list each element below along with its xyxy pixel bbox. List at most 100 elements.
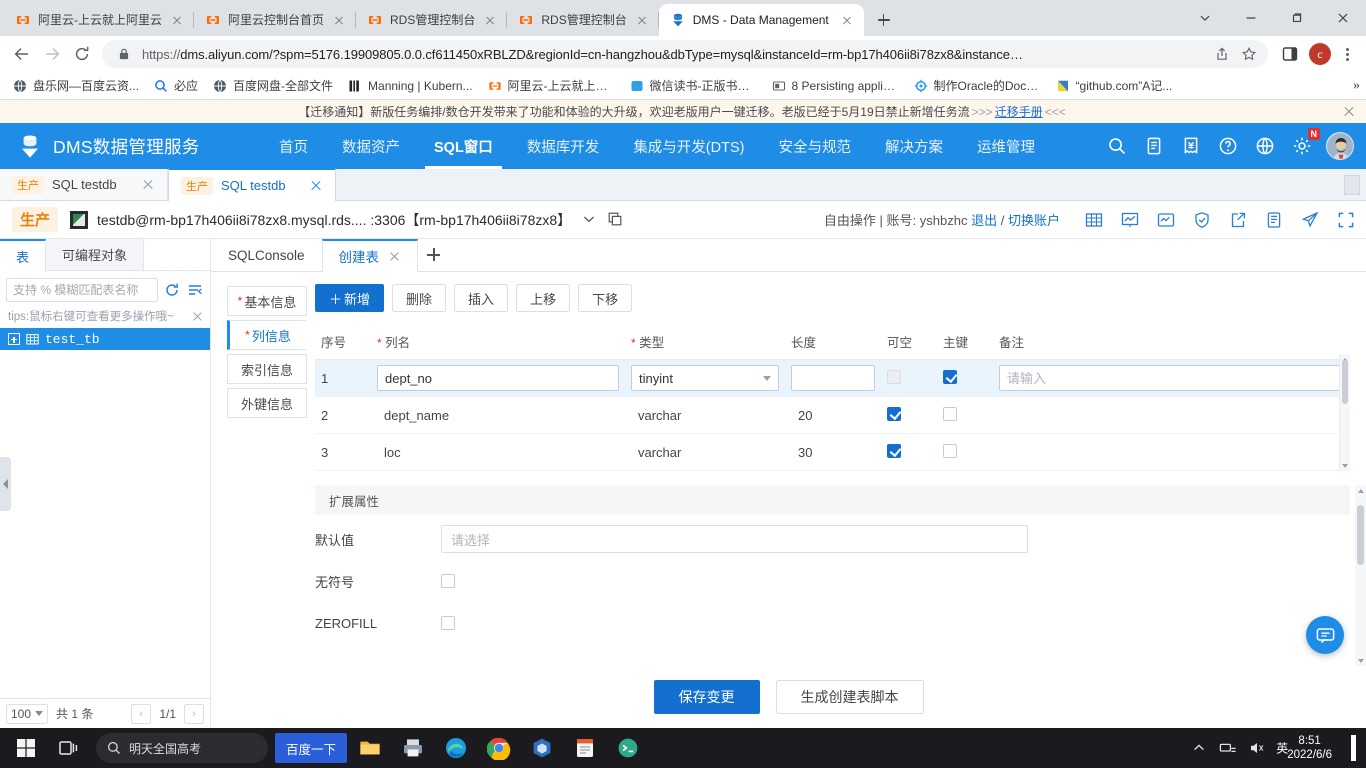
side-panel-icon[interactable]: [1276, 40, 1304, 68]
session-tab-active[interactable]: 生产 SQL testdb: [168, 168, 336, 201]
session-tab[interactable]: 生产 SQL testdb: [0, 169, 168, 200]
switch-account-link[interactable]: 切换账户: [1008, 213, 1060, 228]
document-icon[interactable]: [1141, 133, 1167, 159]
close-window-button[interactable]: [1320, 0, 1366, 36]
bookmarks-overflow-button[interactable]: »: [1353, 78, 1360, 94]
list-icon[interactable]: [1264, 210, 1284, 230]
close-icon[interactable]: [331, 12, 347, 28]
filter-icon[interactable]: [186, 281, 204, 299]
nav-item-sql-window[interactable]: SQL窗口: [417, 123, 510, 169]
column-comment-input[interactable]: [999, 365, 1344, 391]
chevron-down-icon[interactable]: [1182, 0, 1228, 36]
export-icon[interactable]: [1228, 210, 1248, 230]
cell-length[interactable]: 20: [785, 396, 881, 434]
bookmark-star-icon[interactable]: [1240, 45, 1258, 63]
table-grid-icon[interactable]: [1084, 210, 1104, 230]
xshell-icon[interactable]: [608, 728, 648, 768]
nav-item-security[interactable]: 安全与规范: [761, 123, 868, 169]
network-icon[interactable]: [1218, 738, 1238, 758]
step-index-info[interactable]: 索引信息: [227, 354, 307, 384]
close-icon[interactable]: [169, 12, 185, 28]
cell-length[interactable]: 30: [785, 433, 881, 471]
column-name-input[interactable]: [377, 365, 619, 391]
move-down-button[interactable]: 下移: [578, 284, 633, 312]
forward-icon[interactable]: [38, 40, 66, 68]
nav-item-solutions[interactable]: 解决方案: [868, 123, 960, 169]
bookmark-item[interactable]: 微信读书-正版书籍...: [623, 75, 763, 96]
search-icon[interactable]: [1104, 133, 1130, 159]
file-explorer-icon[interactable]: [350, 728, 390, 768]
copy-icon[interactable]: [607, 211, 625, 229]
page-size-select[interactable]: 100: [6, 703, 49, 724]
step-column-info[interactable]: * 列信息: [227, 320, 307, 350]
column-type-select[interactable]: tinyint: [631, 365, 779, 391]
browser-tab-active[interactable]: DMS - Data Management: [658, 4, 864, 36]
next-page-button[interactable]: ›: [184, 703, 204, 724]
prev-page-button[interactable]: ‹: [131, 703, 152, 724]
unsigned-checkbox[interactable]: [441, 574, 455, 588]
close-icon[interactable]: [482, 12, 498, 28]
scroll-up-icon[interactable]: [1355, 485, 1366, 496]
nav-item-dts[interactable]: 集成与开发(DTS): [616, 123, 761, 169]
chrome-icon[interactable]: [479, 728, 519, 768]
cell-name[interactable]: dept_name: [371, 396, 625, 434]
nav-item-ops[interactable]: 运维管理: [960, 123, 1052, 169]
notepad-icon[interactable]: [565, 728, 605, 768]
printer-icon[interactable]: [393, 728, 433, 768]
search-input[interactable]: [6, 278, 158, 302]
scroll-down-icon[interactable]: [1340, 460, 1350, 471]
scrollbar-thumb[interactable]: [1342, 360, 1348, 404]
sidebar-collapse-handle[interactable]: [0, 456, 11, 511]
extended-scrollbar[interactable]: [1355, 485, 1366, 666]
add-tab-button[interactable]: [418, 239, 448, 271]
cell-comment[interactable]: [993, 396, 1350, 434]
table-row[interactable]: 2 dept_name varchar 20: [315, 396, 1350, 434]
primary-key-checkbox[interactable]: [943, 369, 957, 384]
fullscreen-icon[interactable]: [1336, 210, 1356, 230]
baidu-search-button[interactable]: 百度一下: [275, 733, 348, 763]
refresh-icon[interactable]: [163, 281, 181, 299]
primary-key-checkbox[interactable]: [943, 406, 957, 421]
zerofill-checkbox[interactable]: [441, 616, 455, 630]
cell-type[interactable]: varchar: [625, 433, 785, 471]
bookmark-item[interactable]: 阿里云-上云就上阿...: [481, 75, 621, 96]
close-icon[interactable]: [634, 12, 650, 28]
task-view-icon[interactable]: [49, 728, 89, 768]
session-tabs-collapse-button[interactable]: [1344, 175, 1360, 195]
generate-script-button[interactable]: 生成创建表脚本: [775, 680, 924, 714]
bookmark-item[interactable]: Manning | Kubern...: [341, 76, 479, 96]
edge-icon[interactable]: [436, 728, 476, 768]
sidebar-tab-tables[interactable]: 表: [0, 239, 47, 272]
expand-icon[interactable]: [8, 333, 20, 345]
bookmark-item[interactable]: “github.com”A记...: [1049, 75, 1179, 96]
bookmark-item[interactable]: 必应: [147, 75, 204, 96]
save-changes-button[interactable]: 保存变更: [653, 680, 760, 714]
avatar[interactable]: [1326, 132, 1354, 160]
sidebar-item-test-tb[interactable]: test_tb: [0, 328, 210, 350]
nav-item-db-dev[interactable]: 数据库开发: [510, 123, 617, 169]
virtualbox-icon[interactable]: [522, 728, 562, 768]
scrollbar-thumb[interactable]: [1357, 505, 1364, 565]
nav-item-home[interactable]: 首页: [262, 123, 325, 169]
table-row[interactable]: 3 loc varchar 30: [315, 433, 1350, 471]
maximize-window-button[interactable]: [1274, 0, 1320, 36]
tab-sqlconsole[interactable]: SQLConsole: [211, 239, 322, 271]
share-icon[interactable]: [1213, 45, 1231, 63]
chevron-up-icon[interactable]: [1189, 738, 1209, 758]
send-icon[interactable]: [1300, 210, 1320, 230]
new-tab-button[interactable]: [870, 6, 898, 34]
profile-avatar[interactable]: c: [1309, 43, 1331, 65]
close-icon[interactable]: [839, 12, 855, 28]
cell-type[interactable]: varchar: [625, 396, 785, 434]
step-foreign-key-info[interactable]: 外键信息: [227, 388, 307, 418]
scroll-down-icon[interactable]: [1355, 655, 1366, 666]
browser-tab[interactable]: RDS管理控制台: [356, 4, 508, 36]
billing-icon[interactable]: [1178, 133, 1204, 159]
browser-tab[interactable]: 阿里云控制台首页: [194, 4, 357, 36]
nav-item-data-assets[interactable]: 数据资产: [325, 123, 417, 169]
nullable-checkbox[interactable]: [887, 406, 901, 421]
add-column-button[interactable]: ＋ 新增: [315, 284, 385, 312]
taskbar-clock[interactable]: 8:51 2022/6/6: [1285, 734, 1338, 762]
bookmark-item[interactable]: 盘乐网—百度云资...: [6, 75, 145, 96]
chart-icon[interactable]: [1120, 210, 1140, 230]
